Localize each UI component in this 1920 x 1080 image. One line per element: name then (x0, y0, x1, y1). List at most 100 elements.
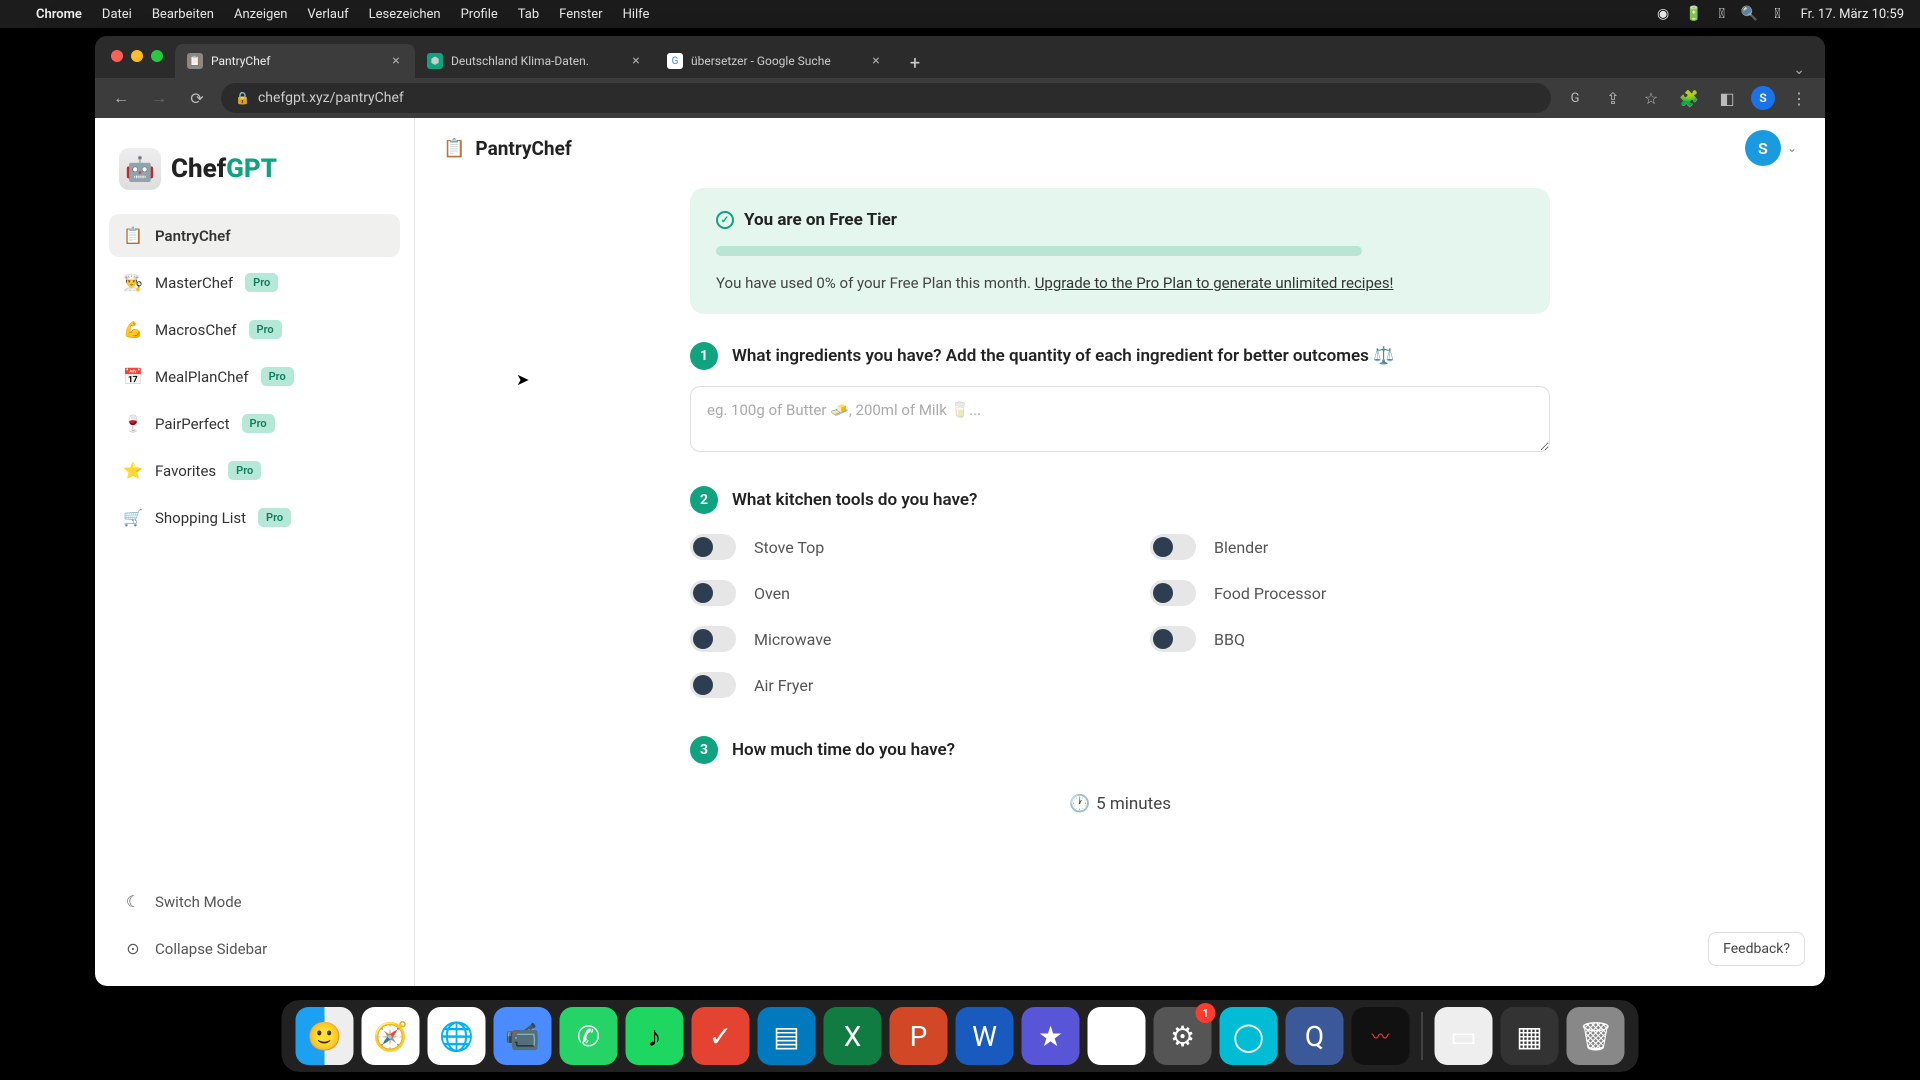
logo[interactable]: 🤖 ChefGPT (109, 134, 400, 214)
bookmark-star-icon[interactable]: ☆ (1637, 84, 1665, 112)
dock-word[interactable]: W (956, 1007, 1014, 1065)
sidebar-item-pairperfect[interactable]: 🍷 PairPerfect Pro (109, 402, 400, 445)
clock-icon: 🕐 (1069, 794, 1090, 814)
menu-fenster[interactable]: Fenster (559, 7, 602, 22)
sidebar-item-masterchef[interactable]: 👨‍🍳 MasterChef Pro (109, 261, 400, 304)
dock-minimized-window-2[interactable]: ▦ (1501, 1007, 1559, 1065)
dock-todoist[interactable]: ✓ (692, 1007, 750, 1065)
sidepanel-icon[interactable]: ◧ (1713, 84, 1741, 112)
tab-pantrychef[interactable]: 📋 PantryChef × (175, 44, 415, 78)
wifi-icon[interactable]: 􀙇 (1719, 6, 1725, 22)
window-zoom-button[interactable] (151, 50, 163, 62)
chrome-menu-icon[interactable]: ⋮ (1785, 84, 1813, 112)
dock-safari[interactable]: 🧭 (362, 1007, 420, 1065)
toggle-microwave[interactable] (690, 626, 736, 652)
window-minimize-button[interactable] (131, 50, 143, 62)
sidebar-item-label: MasterChef (155, 274, 233, 292)
dock-powerpoint[interactable]: P (890, 1007, 948, 1065)
toggle-oven[interactable] (690, 580, 736, 606)
pro-badge: Pro (249, 320, 282, 339)
browser-toolbar: ← → ⟳ 🔒 chefgpt.xyz/pantryChef G ⇪ ☆ 🧩 ◧… (95, 78, 1825, 118)
avatar: S (1745, 130, 1781, 166)
menu-lesezeichen[interactable]: Lesezeichen (369, 7, 441, 22)
forward-button[interactable]: → (145, 84, 173, 112)
control-center-icon[interactable]: 􀜊 (1774, 6, 1780, 22)
extensions-icon[interactable]: 🧩 (1675, 84, 1703, 112)
toggle-bbq[interactable] (1150, 626, 1196, 652)
menu-tab[interactable]: Tab (518, 7, 539, 22)
tool-blender: Blender (1150, 534, 1550, 560)
menubar-clock[interactable]: Fr. 17. März 10:59 (1801, 7, 1904, 22)
step-1-header: 1 What ingredients you have? Add the qua… (690, 342, 1550, 370)
menu-bearbeiten[interactable]: Bearbeiten (152, 7, 214, 22)
sidebar-item-macroschef[interactable]: 💪 MacrosChef Pro (109, 308, 400, 351)
collapse-icon: ⊙ (123, 939, 143, 958)
dock-settings[interactable]: ⚙1 (1154, 1007, 1212, 1065)
menu-verlauf[interactable]: Verlauf (307, 7, 348, 22)
dock-googledrive[interactable]: ▲ (1088, 1007, 1146, 1065)
pro-badge: Pro (245, 273, 278, 292)
tab-overflow-button[interactable]: ⌄ (1783, 62, 1815, 78)
pro-badge: Pro (228, 461, 261, 480)
sidebar-item-shoppinglist[interactable]: 🛒 Shopping List Pro (109, 496, 400, 539)
new-tab-button[interactable]: + (901, 50, 929, 78)
menu-datei[interactable]: Datei (102, 7, 132, 22)
sidebar-item-favorites[interactable]: ⭐ Favorites Pro (109, 449, 400, 492)
toggle-airfryer[interactable] (690, 672, 736, 698)
toggle-stovetop[interactable] (690, 534, 736, 560)
step-3-label: How much time do you have? (732, 740, 955, 760)
dock-spotify[interactable]: ♪ (626, 1007, 684, 1065)
main-area: 📋 PantryChef S ⌄ ✓ You are on Free Tier (415, 118, 1825, 986)
toggle-foodprocessor[interactable] (1150, 580, 1196, 606)
profile-avatar[interactable]: S (1751, 86, 1775, 110)
dock-minimized-window[interactable]: ▭ (1435, 1007, 1493, 1065)
pantrychef-title-icon: 📋 (443, 138, 465, 159)
dock-voicememos[interactable]: 〰 (1352, 1007, 1410, 1065)
switch-mode-button[interactable]: ☾ Switch Mode (109, 880, 400, 923)
dock-whatsapp[interactable]: ✆ (560, 1007, 618, 1065)
dock-finder[interactable]: 🙂 (296, 1007, 354, 1065)
toggle-blender[interactable] (1150, 534, 1196, 560)
mealplanchef-icon: 📅 (123, 367, 143, 386)
menubar-app-name[interactable]: Chrome (36, 7, 82, 22)
user-menu[interactable]: S ⌄ (1745, 130, 1797, 166)
step-2-label: What kitchen tools do you have? (732, 490, 977, 510)
dock-imovie[interactable]: ★ (1022, 1007, 1080, 1065)
sidebar-item-pantrychef[interactable]: 📋 PantryChef (109, 214, 400, 257)
dock-quicktime[interactable]: Q (1286, 1007, 1344, 1065)
share-icon[interactable]: ⇪ (1599, 84, 1627, 112)
ingredients-input[interactable] (690, 386, 1550, 452)
google-lens-icon[interactable]: G (1561, 84, 1589, 112)
scroll-area[interactable]: ✓ You are on Free Tier You have used 0% … (415, 178, 1825, 986)
step-number-badge: 2 (690, 486, 718, 514)
screenrecord-icon[interactable]: ◉ (1657, 6, 1669, 22)
dock-excel[interactable]: X (824, 1007, 882, 1065)
sidebar-item-mealplanchef[interactable]: 📅 MealPlanChef Pro (109, 355, 400, 398)
menu-hilfe[interactable]: Hilfe (623, 7, 650, 22)
menu-anzeigen[interactable]: Anzeigen (234, 7, 287, 22)
back-button[interactable]: ← (107, 84, 135, 112)
dock-chrome[interactable]: 🌐 (428, 1007, 486, 1065)
pro-badge: Pro (261, 367, 294, 386)
tab-close-icon[interactable]: × (629, 54, 643, 68)
upgrade-link[interactable]: Upgrade to the Pro Plan to generate unli… (1035, 274, 1394, 292)
url-text: chefgpt.xyz/pantryChef (258, 90, 404, 106)
dock-app-generic[interactable]: ◯ (1220, 1007, 1278, 1065)
tab-deutschland-klima[interactable]: ⬢ Deutschland Klima-Daten. × (415, 44, 655, 78)
window-close-button[interactable] (111, 50, 123, 62)
search-icon[interactable]: 🔍 (1741, 6, 1758, 22)
dock-trello[interactable]: ▤ (758, 1007, 816, 1065)
dock-zoom[interactable]: 📹 (494, 1007, 552, 1065)
pantrychef-icon: 📋 (123, 226, 143, 245)
dock-trash[interactable]: 🗑 (1567, 1007, 1625, 1065)
battery-icon[interactable]: 🔋 (1685, 6, 1702, 22)
macos-dock: 🙂 🧭 🌐 📹 ✆ ♪ ✓ ▤ X P W ★ ▲ ⚙1 ◯ Q 〰 ▭ ▦ 🗑 (282, 1000, 1639, 1072)
feedback-button[interactable]: Feedback? (1708, 932, 1805, 966)
reload-button[interactable]: ⟳ (183, 84, 211, 112)
address-bar[interactable]: 🔒 chefgpt.xyz/pantryChef (221, 83, 1551, 113)
tab-close-icon[interactable]: × (389, 54, 403, 68)
tab-close-icon[interactable]: × (869, 54, 883, 68)
menu-profile[interactable]: Profile (461, 7, 498, 22)
tab-google-uebersetzer[interactable]: G übersetzer - Google Suche × (655, 44, 895, 78)
collapse-sidebar-button[interactable]: ⊙ Collapse Sidebar (109, 927, 400, 970)
